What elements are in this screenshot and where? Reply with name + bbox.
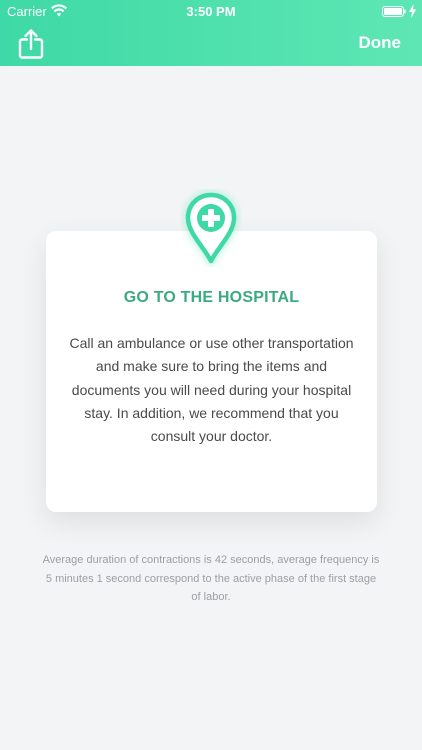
charging-bolt-icon	[409, 4, 416, 18]
share-icon[interactable]	[16, 28, 46, 60]
hospital-card: GO TO THE HOSPITAL Call an ambulance or …	[46, 231, 377, 512]
status-bar: Carrier 3:50 PM	[0, 0, 422, 22]
card-title: GO TO THE HOSPITAL	[123, 289, 300, 306]
done-button[interactable]: Done	[359, 33, 402, 53]
battery-icon	[382, 6, 406, 17]
status-time: 3:50 PM	[186, 4, 236, 19]
card-body: Call an ambulance or use other transport…	[69, 335, 354, 445]
hospital-pin-icon	[184, 191, 238, 267]
contraction-summary: Average duration of contractions is 42 s…	[42, 554, 380, 603]
top-bar: Carrier 3:50 PM Done	[0, 0, 422, 66]
